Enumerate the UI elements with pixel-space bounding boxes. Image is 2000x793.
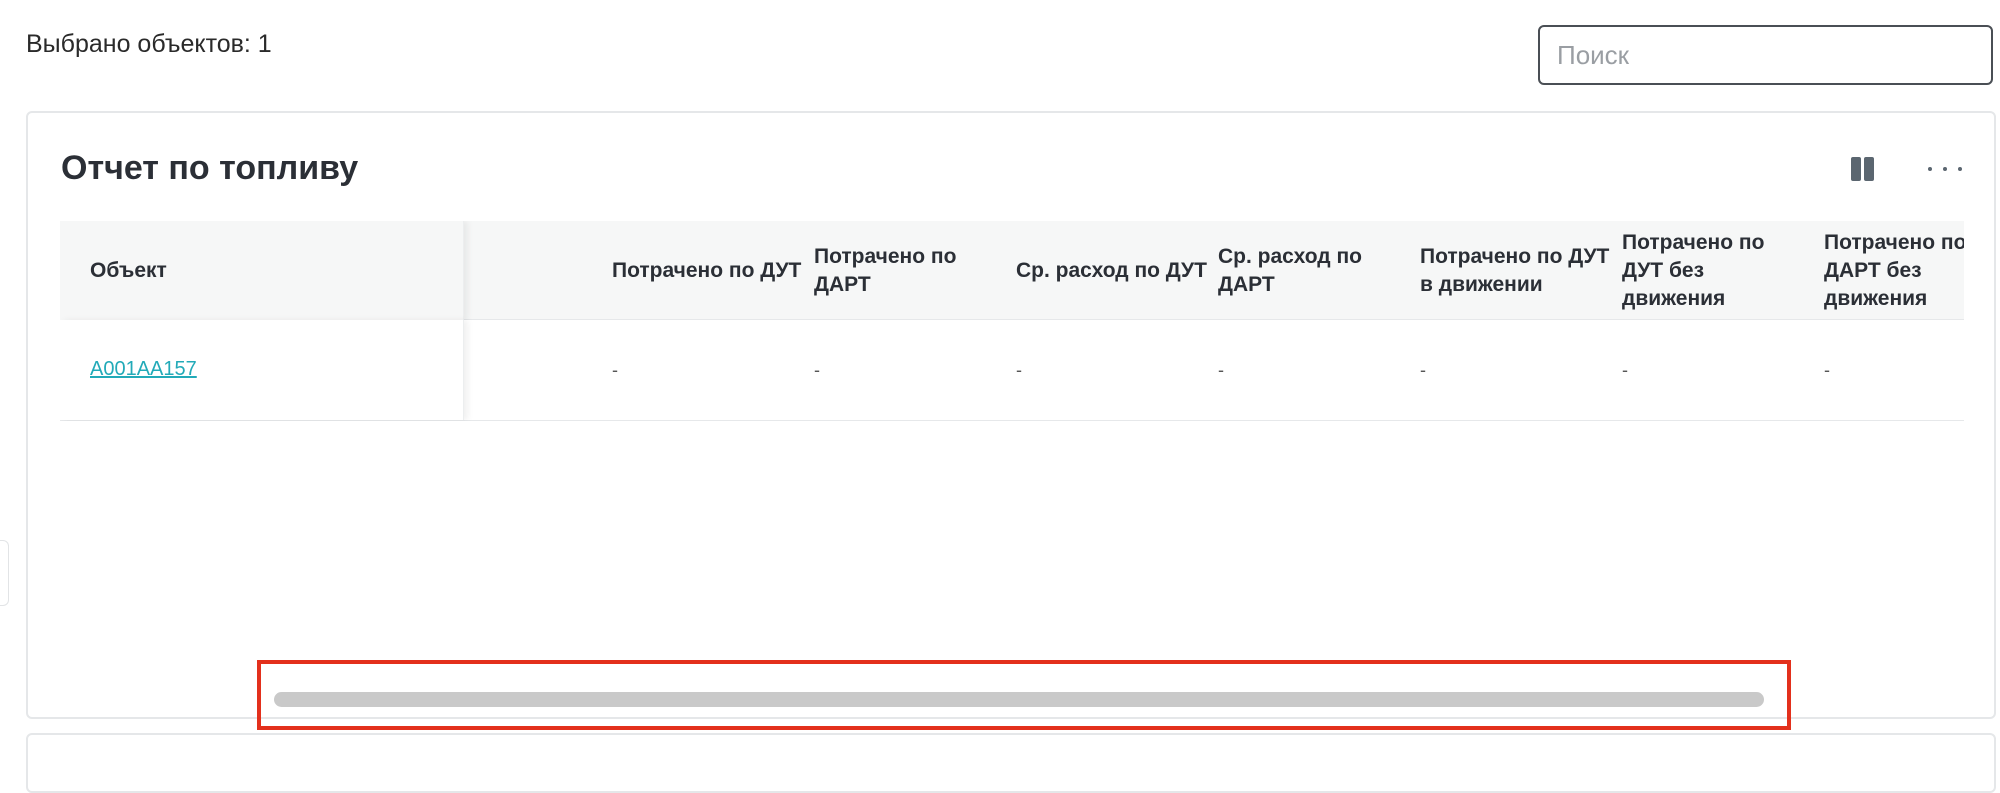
sticky-object-cell: A001AA157 [60, 320, 464, 420]
search-input[interactable] [1538, 25, 1993, 85]
selected-objects-count: Выбрано объектов: 1 [26, 30, 272, 58]
side-panel-tab[interactable] [0, 540, 9, 606]
next-report-card [26, 733, 1996, 793]
column-header[interactable]: Потрачено по ДАРТ [814, 221, 1010, 320]
more-horizontal-icon [1928, 167, 1932, 171]
table-cell: - [814, 360, 820, 380]
more-options-button[interactable] [1928, 153, 1962, 185]
object-link[interactable]: A001AA157 [90, 358, 197, 381]
report-table: Потрачено по ДУТ Потрачено по ДАРТ Ср. р… [60, 221, 1964, 421]
columns-icon [1850, 157, 1861, 181]
column-header[interactable]: Ср. расход по ДУТ [1016, 221, 1212, 320]
table-cell: - [1824, 360, 1830, 380]
fuel-report-card: Отчет по топливу Потрачено по ДУТ Потрач… [26, 111, 1996, 719]
horizontal-scrollbar[interactable] [274, 692, 1764, 707]
column-header[interactable]: Потрачено по ДАРТ без движения [1824, 221, 1964, 320]
sticky-column-header: Объект [60, 221, 464, 320]
table-cell: - [1016, 360, 1022, 380]
columns-button[interactable] [1846, 153, 1878, 185]
table-header-row: Потрачено по ДУТ Потрачено по ДАРТ Ср. р… [60, 221, 1964, 320]
table-cell: - [1622, 360, 1628, 380]
column-header[interactable]: Потрачено по ДУТ в движении [1420, 221, 1610, 320]
column-header[interactable]: Потрачено по ДУТ [612, 221, 808, 320]
table-cell: - [1420, 360, 1426, 380]
table-cell: - [1218, 360, 1224, 380]
column-header[interactable]: Ср. расход по ДАРТ [1218, 221, 1414, 320]
report-title: Отчет по топливу [61, 149, 359, 187]
table-cell: - [612, 360, 618, 380]
column-header-object[interactable]: Объект [90, 221, 167, 320]
column-header[interactable]: Потрачено по ДУТ без движения [1622, 221, 1782, 320]
table-row: - - - - - - - A001AA157 [60, 320, 1964, 421]
